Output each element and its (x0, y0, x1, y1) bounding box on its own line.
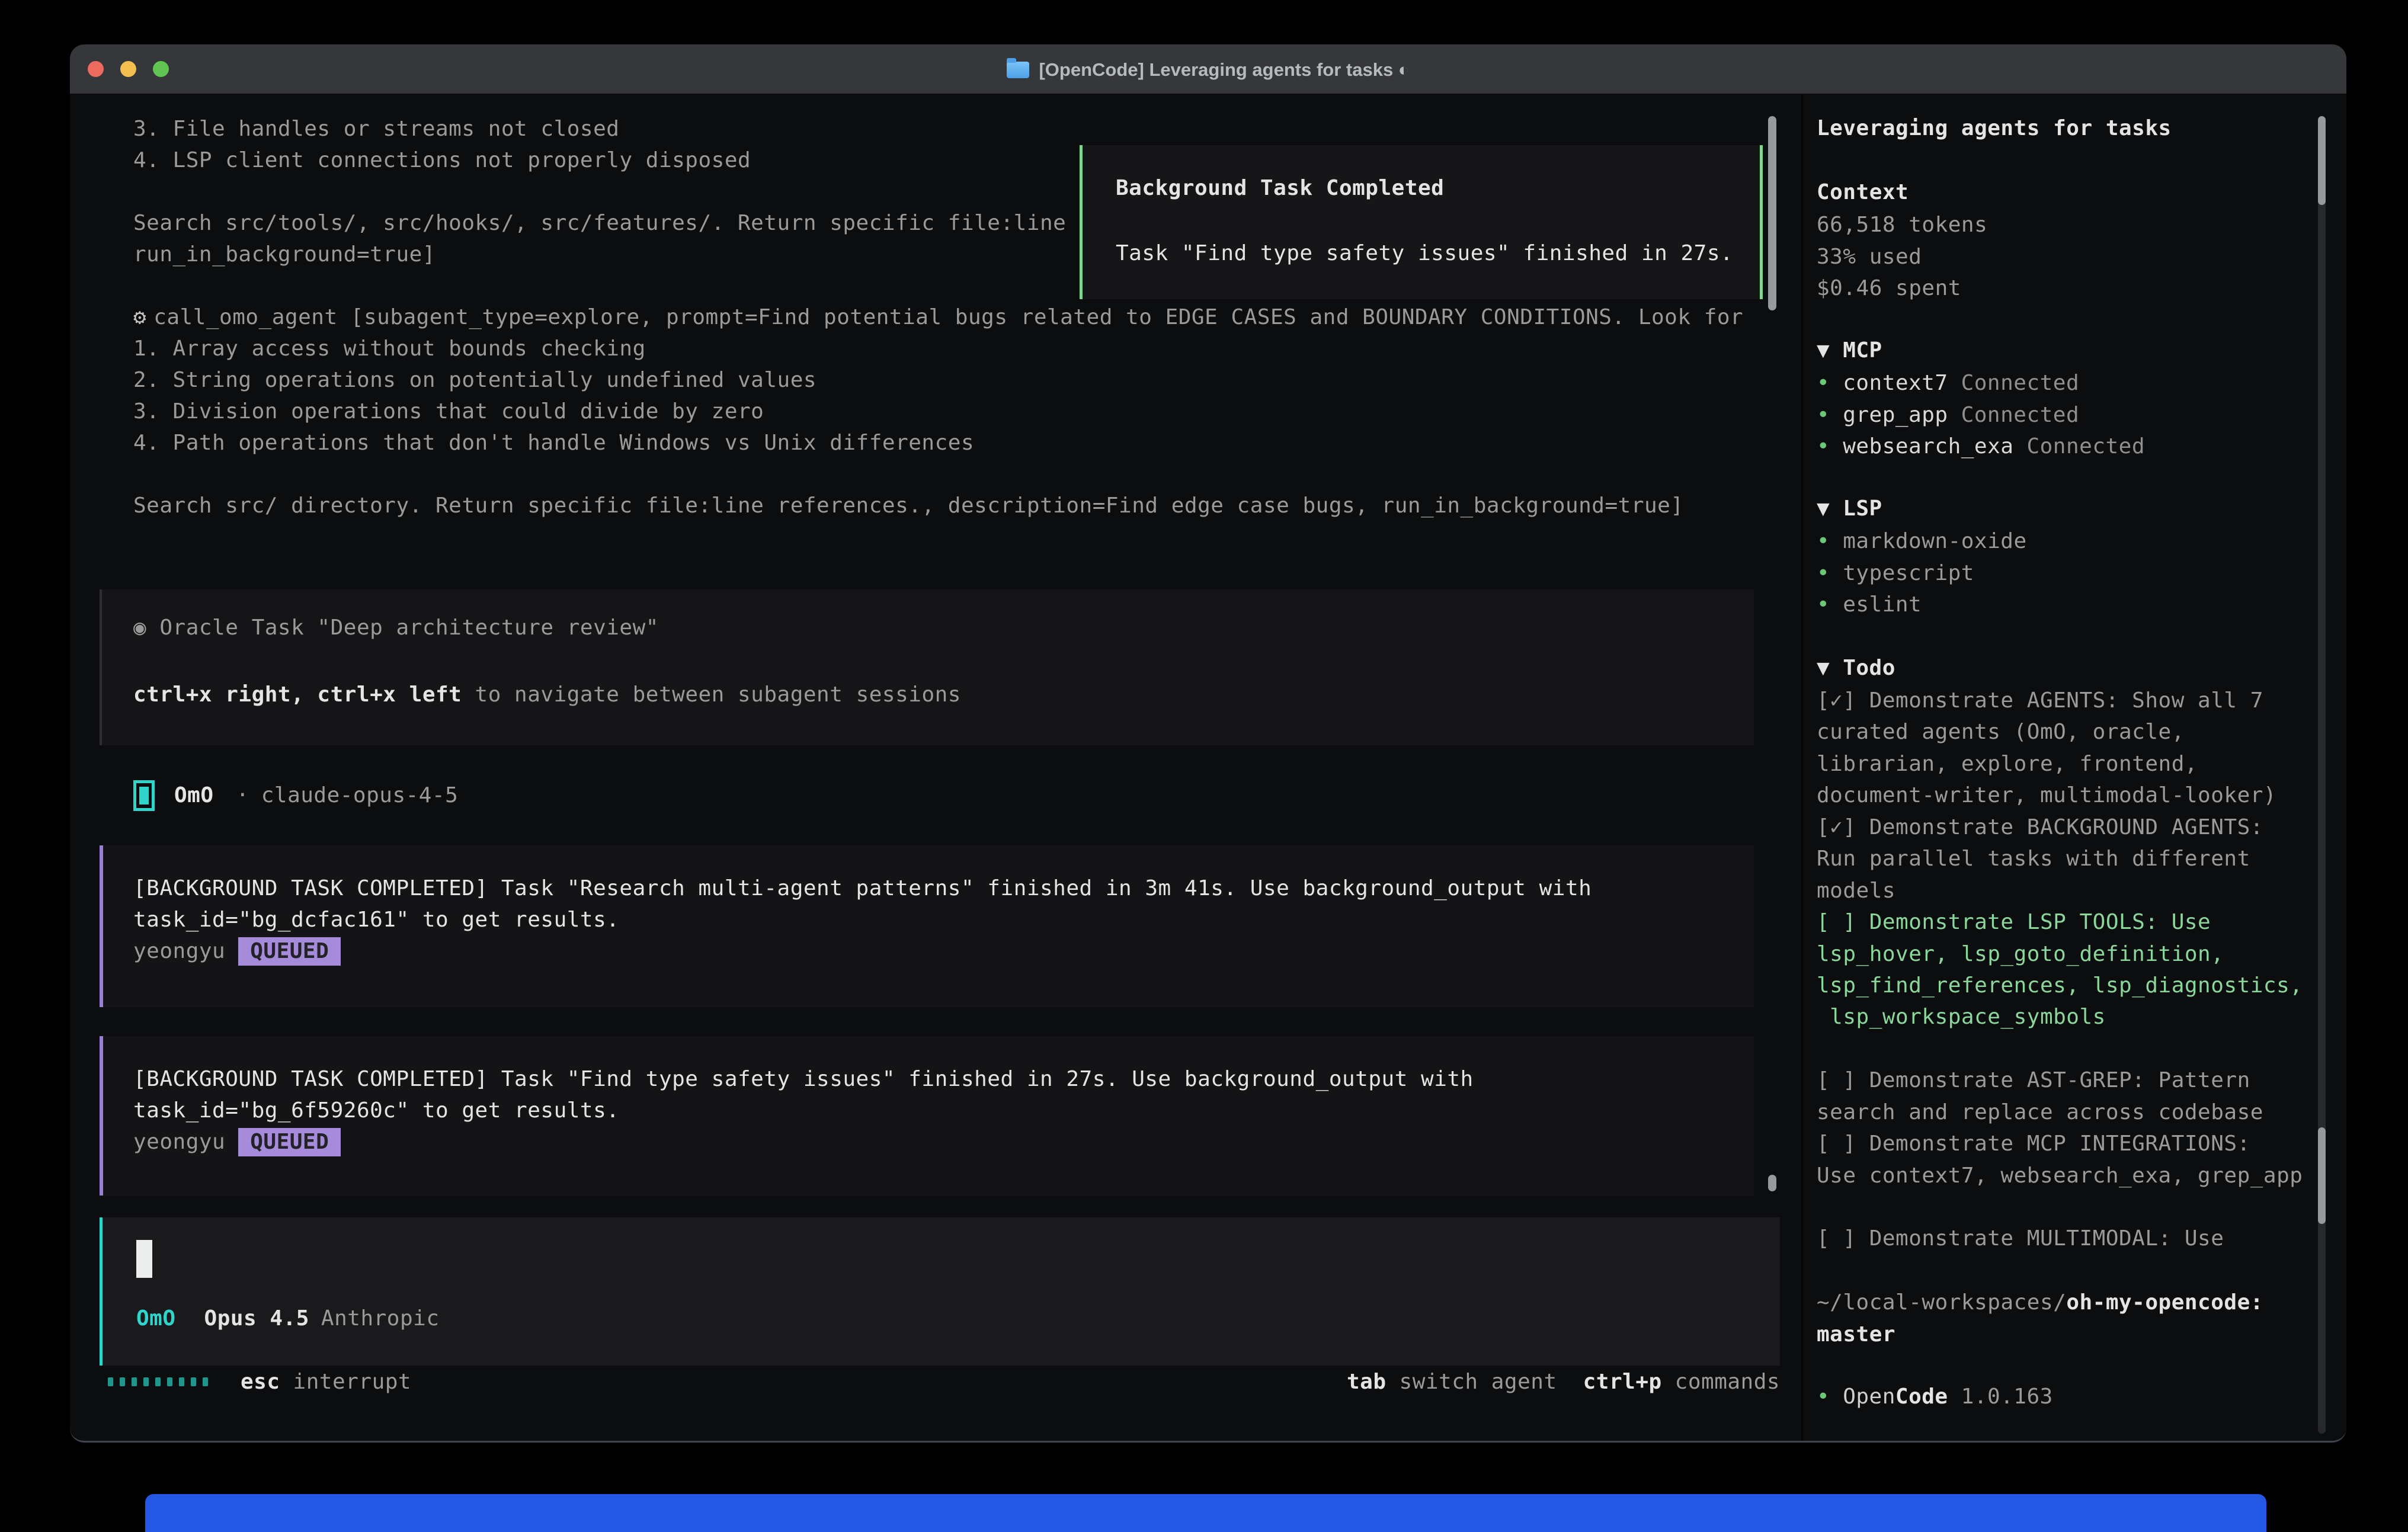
mcp-section-header[interactable]: ▼MCP (1817, 335, 1882, 367)
mcp-item: •context7Connected (1817, 367, 2079, 399)
bullet-icon: • (1817, 403, 1830, 427)
background-task-message: [BACKGROUND TASK COMPLETED] Task "Resear… (100, 845, 1754, 1007)
todo-line: Run parallel tasks with different (1817, 843, 2338, 874)
bullet-icon: • (1817, 1384, 1830, 1409)
todo-gap (1817, 1191, 2338, 1223)
statusbar-left: escinterrupt (241, 1366, 411, 1398)
todo-gap (1817, 1033, 2338, 1065)
chevron-down-icon: ▼ (1817, 338, 1830, 363)
main-scrollbar-marker[interactable] (1768, 1175, 1776, 1191)
agent-name: OmO (174, 780, 214, 812)
agent-header: OmO · claude-opus-4-5 (133, 780, 458, 812)
lsp-item: •eslint (1817, 589, 1922, 621)
oracle-task-hint: ctrl+x right, ctrl+x left to navigate be… (133, 679, 961, 711)
status-badge: Connected (1961, 403, 2080, 427)
background-task-message: [BACKGROUND TASK COMPLETED] Task "Find t… (100, 1036, 1754, 1196)
opencode-terminal-window: [OpenCode] Leveraging agents for tasks ◐… (70, 44, 2346, 1443)
folder-icon (1007, 62, 1029, 78)
ctrlp-key-hint: ctrl+p (1583, 1370, 1662, 1394)
separator-dot: · (236, 780, 249, 812)
todo-section-header[interactable]: ▼Todo (1817, 652, 1895, 684)
activity-dots (108, 1377, 208, 1386)
bullet-icon: • (1817, 371, 1830, 395)
gear-icon: ⚙ (133, 305, 146, 329)
chevron-down-icon: ▼ (1817, 496, 1830, 521)
window-titlebar[interactable]: [OpenCode] Leveraging agents for tasks ◐ (70, 44, 2346, 95)
terminal-line: 4. Path operations that don't handle Win… (133, 427, 974, 459)
todo-line-active: lsp_hover, lsp_goto_definition, (1817, 938, 2338, 970)
status-badge: Connected (1961, 371, 2080, 395)
esc-key-hint: esc (241, 1370, 280, 1394)
todo-line-active: lsp_find_references, lsp_diagnostics, (1817, 970, 2338, 1001)
workspace-path: ~/local-workspaces/oh-my-opencode: (1817, 1287, 2263, 1319)
terminal-line: 2. String operations on potentially unde… (133, 364, 816, 396)
text-cursor (136, 1240, 152, 1278)
bullet-icon: • (1817, 561, 1830, 585)
lsp-section-header[interactable]: ▼LSP (1817, 493, 1882, 525)
terminal-line: Search src/ directory. Return specific f… (133, 490, 1684, 522)
terminal-line: 4. LSP client connections not properly d… (133, 145, 751, 177)
prompt-input[interactable]: OmOOpus 4.5Anthropic (100, 1217, 1780, 1366)
tool-call-line: ⚙call_omo_agent [subagent_type=explore, … (133, 302, 1743, 334)
version-number: 1.0.163 (1961, 1384, 2053, 1409)
background-task-toast[interactable]: Background Task Completed Task "Find typ… (1080, 145, 1763, 299)
terminal-line: run_in_background=true] (133, 239, 436, 271)
window-title: [OpenCode] Leveraging agents for tasks ◐ (1039, 59, 1409, 81)
context-heading: Context (1817, 177, 1909, 209)
sidebar-scrollbar-thumb[interactable] (2318, 116, 2326, 205)
toast-title: Background Task Completed (1116, 172, 1444, 204)
todo-line-active: lsp_workspace_symbols (1817, 1001, 2338, 1033)
version-line: •OpenCode1.0.163 (1817, 1381, 2053, 1413)
agent-model: claude-opus-4-5 (261, 780, 459, 812)
terminal-line: Search src/tools/, src/hooks/, src/featu… (133, 207, 1066, 239)
oracle-task-panel: ◉ Oracle Task "Deep architecture review"… (100, 589, 1754, 745)
oracle-task-title: ◉ Oracle Task "Deep architecture review" (133, 612, 659, 644)
agent-icon (133, 780, 155, 811)
sidebar-scrollbar-thumb[interactable] (2318, 1127, 2326, 1224)
statusbar-right: tabswitch agentctrl+pcommands (1347, 1366, 1780, 1398)
task-user: yeongyu (133, 939, 225, 963)
context-tokens: 66,518 tokens (1817, 209, 1987, 241)
todo-line: [ ] Demonstrate MCP INTEGRATIONS: (1817, 1128, 2338, 1159)
mcp-item: •grep_appConnected (1817, 399, 2079, 431)
bullet-icon: • (1817, 592, 1830, 617)
status-badge: Connected (2026, 434, 2145, 459)
background-window-strip[interactable] (145, 1494, 2266, 1532)
session-title: Leveraging agents for tasks (1817, 113, 2172, 145)
todo-line: curated agents (OmO, oracle, (1817, 716, 2338, 748)
todo-line: [ ] Demonstrate MULTIMODAL: Use (1817, 1223, 2338, 1254)
sidebar-scrollbar-track[interactable] (2318, 116, 2326, 1434)
mcp-item: •websearch_exaConnected (1817, 431, 2145, 463)
todo-line: [✓] Demonstrate BACKGROUND AGENTS: (1817, 812, 2338, 843)
bullet-icon: • (1817, 529, 1830, 553)
tab-key-hint: tab (1347, 1370, 1386, 1394)
todo-line: librarian, explore, frontend, (1817, 748, 2338, 780)
todo-list: [✓] Demonstrate AGENTS: Show all 7 curat… (1817, 685, 2338, 1255)
terminal-line: 1. Array access without bounds checking (133, 333, 646, 365)
todo-line: search and replace across codebase (1817, 1097, 2338, 1128)
todo-line: [✓] Demonstrate AGENTS: Show all 7 (1817, 685, 2338, 716)
pane-divider (1801, 95, 1803, 1443)
lsp-item: •markdown-oxide (1817, 525, 2027, 557)
context-used: 33% used (1817, 241, 1922, 273)
bullet-icon: • (1817, 434, 1830, 459)
todo-line: [ ] Demonstrate AST-GREP: Pattern (1817, 1065, 2338, 1096)
lsp-item: •typescript (1817, 557, 1974, 589)
queued-badge: QUEUED (238, 937, 341, 966)
todo-line: models (1817, 875, 2338, 906)
toast-body: Task "Find type safety issues" finished … (1116, 238, 1733, 270)
todo-line: document-writer, multimodal-looker) (1817, 780, 2338, 811)
todo-line-active: [ ] Demonstrate LSP TOOLS: Use (1817, 906, 2338, 938)
chevron-down-icon: ▼ (1817, 656, 1830, 680)
model-selector[interactable]: OmOOpus 4.5Anthropic (136, 1303, 440, 1335)
context-spent: $0.46 spent (1817, 273, 1961, 305)
terminal-line: 3. File handles or streams not closed (133, 113, 619, 145)
terminal-line: 3. Division operations that could divide… (133, 396, 764, 428)
main-scrollbar-thumb[interactable] (1768, 116, 1776, 310)
git-branch: master (1817, 1319, 1895, 1351)
queued-badge: QUEUED (238, 1128, 341, 1156)
task-user: yeongyu (133, 1130, 225, 1154)
todo-line: Use context7, websearch_exa, grep_app (1817, 1160, 2338, 1191)
